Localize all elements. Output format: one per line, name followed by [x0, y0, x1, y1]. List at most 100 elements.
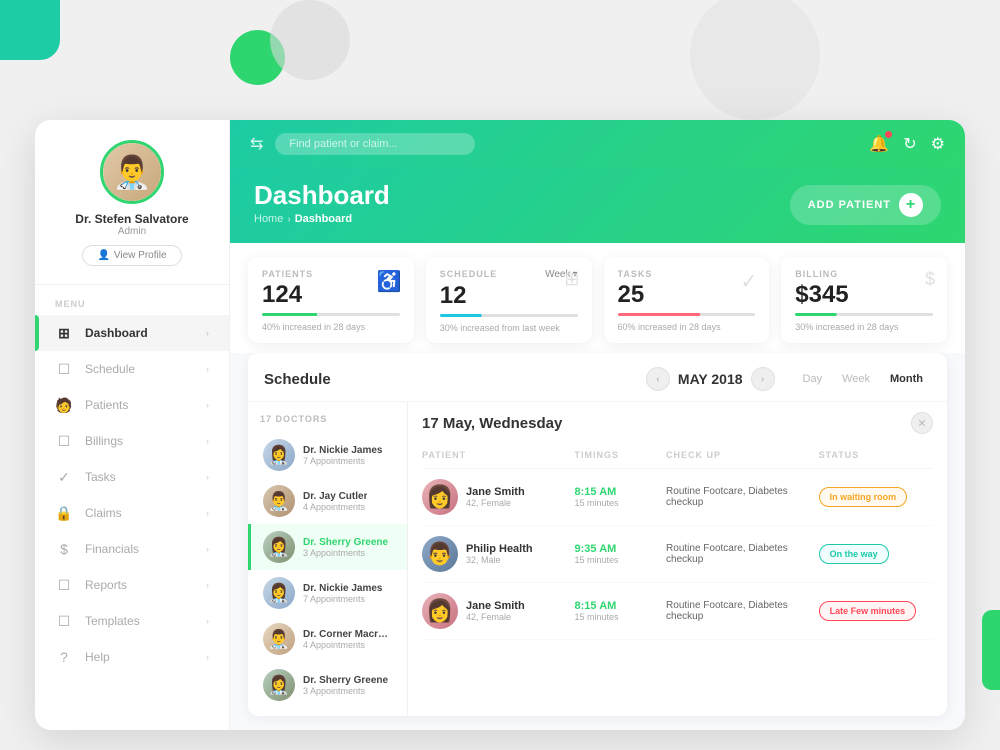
- doctor-item[interactable]: 👩‍⚕️ Dr. Nickie James 7 Appointments: [248, 570, 407, 616]
- stat-value-billing: $345: [795, 281, 933, 309]
- sidebar-item-billings[interactable]: ☐ Billings ›: [35, 423, 229, 459]
- nav-label-help: Help: [85, 650, 110, 664]
- doctor-item[interactable]: 👩‍⚕️ Dr. Sherry Greene 3 Appointments: [248, 662, 407, 708]
- patient-avatar-1: 👩: [422, 479, 458, 515]
- gray-circle-shape1: [270, 0, 350, 80]
- selected-date-label: 17 May, Wednesday: [422, 415, 562, 432]
- breadcrumb-home: Home: [254, 213, 283, 225]
- gray-circle-shape2: [690, 0, 820, 120]
- patient-avatar-3: 👩: [422, 593, 458, 629]
- appointments-panel: 17 May, Wednesday ✕ PATIENT TIMINGS CHEC…: [408, 402, 947, 716]
- search-input[interactable]: [275, 133, 475, 155]
- face-emoji-5: 👨‍⚕️: [263, 623, 295, 655]
- schedule-title: Schedule: [264, 371, 331, 388]
- appointment-patient-1: 👩 Jane Smith 42, Female: [422, 479, 575, 515]
- face-emoji-6: 👩‍⚕️: [263, 669, 295, 701]
- col-checkup: CHECK UP: [666, 450, 819, 460]
- appointment-timing-3: 8:15 AM 15 minutes: [575, 600, 667, 622]
- patient-details-2: Philip Health 32, Male: [466, 543, 533, 565]
- stat-card-schedule: SCHEDULE Week ▾ ⊞ 12 30% increased from …: [426, 257, 592, 343]
- sidebar-item-claims[interactable]: 🔒 Claims ›: [35, 495, 229, 531]
- schedule-prev-button[interactable]: ‹: [646, 367, 670, 391]
- stat-card-billing: BILLING $ $345 30% increased in 28 days: [781, 257, 947, 343]
- view-month-button[interactable]: Month: [882, 370, 931, 388]
- profile-icon: 👤: [97, 250, 109, 261]
- doctor-item[interactable]: 👨‍⚕️ Dr. Jay Cutler 4 Appointments: [248, 478, 407, 524]
- sidebar-item-schedule[interactable]: ☐ Schedule ›: [35, 351, 229, 387]
- col-status: STATUS: [819, 450, 933, 460]
- topbar: ⇆ 🔔 ↻ ⚙: [230, 120, 965, 168]
- sidebar-item-reports[interactable]: ☐ Reports ›: [35, 567, 229, 603]
- sidebar: 👨‍⚕️ Dr. Stefen Salvatore Admin 👤 View P…: [35, 120, 230, 730]
- settings-button[interactable]: ⚙: [931, 134, 945, 154]
- dashboard-header: Dashboard Home › Dashboard ADD PATIENT +: [230, 168, 965, 243]
- view-profile-button[interactable]: 👤 View Profile: [82, 245, 181, 266]
- sidebar-item-help[interactable]: ? Help ›: [35, 639, 229, 675]
- close-appointments-button[interactable]: ✕: [911, 412, 933, 434]
- doctor-avatar-4: 👩‍⚕️: [263, 577, 295, 609]
- stat-bar-billing: [795, 313, 933, 316]
- appointment-row: 👩 Jane Smith 42, Female 8:15 AM 15 minut…: [422, 469, 933, 526]
- patients-icon: 🧑: [55, 396, 73, 414]
- appt-status-2: On the way: [819, 544, 933, 564]
- doctor-item[interactable]: 👨‍⚕️ Dr. Corner Macreg... 4 Appointments: [248, 616, 407, 662]
- doctor-item-selected[interactable]: 👩‍⚕️ Dr. Sherry Greene 3 Appointments: [248, 524, 407, 570]
- schedule-navigation: ‹ MAY 2018 ›: [646, 367, 775, 391]
- sidebar-item-patients[interactable]: 🧑 Patients ›: [35, 387, 229, 423]
- notification-bell-button[interactable]: 🔔: [869, 134, 889, 154]
- doctor-name-4: Dr. Nickie James: [303, 583, 383, 594]
- appt-duration-1: 15 minutes: [575, 498, 667, 508]
- col-patient: PATIENT: [422, 450, 575, 460]
- appt-status-3: Late Few minutes: [819, 601, 933, 621]
- sidebar-item-financials[interactable]: $ Financials ›: [35, 531, 229, 567]
- chevron-icon: ›: [206, 508, 209, 518]
- doctor-appts-3: 3 Appointments: [303, 548, 388, 558]
- doctor-name: Dr. Stefen Salvatore: [75, 212, 188, 226]
- stat-bar-schedule: [440, 314, 578, 317]
- chevron-icon: ›: [206, 400, 209, 410]
- doctor-name-6: Dr. Sherry Greene: [303, 675, 388, 686]
- breadcrumb: Home › Dashboard: [254, 213, 390, 225]
- stat-bar-tasks: [618, 313, 756, 316]
- sidebar-item-dashboard[interactable]: ⊞ Dashboard ›: [35, 315, 229, 351]
- appt-checkup-2: Routine Footcare, Diabetes checkup: [666, 543, 819, 565]
- doctor-role: Admin: [118, 226, 146, 237]
- teal-corner-shape: [0, 0, 60, 60]
- schedule-header: Schedule ‹ MAY 2018 › Day Week Month: [248, 353, 947, 402]
- chevron-icon: ›: [206, 616, 209, 626]
- view-week-button[interactable]: Week: [834, 370, 878, 388]
- stat-label-billing: BILLING: [795, 269, 933, 279]
- doctor-avatar-2: 👨‍⚕️: [263, 485, 295, 517]
- topbar-actions: 🔔 ↻ ⚙: [869, 134, 945, 154]
- templates-icon: ☐: [55, 612, 73, 630]
- appointment-patient-2: 👨 Philip Health 32, Male: [422, 536, 575, 572]
- stat-value-tasks: 25: [618, 281, 756, 309]
- sidebar-item-tasks[interactable]: ✓ Tasks ›: [35, 459, 229, 495]
- appointment-patient-3: 👩 Jane Smith 42, Female: [422, 593, 575, 629]
- refresh-button[interactable]: ↻: [903, 134, 916, 154]
- nav-label-patients: Patients: [85, 398, 128, 412]
- doctor-info-3: Dr. Sherry Greene 3 Appointments: [303, 537, 388, 558]
- face-emoji-1: 👩‍⚕️: [263, 439, 295, 471]
- stat-value-schedule: 12: [440, 282, 578, 310]
- sidebar-item-templates[interactable]: ☐ Templates ›: [35, 603, 229, 639]
- doctor-avatar-3: 👩‍⚕️: [263, 531, 295, 563]
- doctor-info-5: Dr. Corner Macreg... 4 Appointments: [303, 629, 393, 650]
- doctor-appts-1: 7 Appointments: [303, 456, 383, 466]
- view-day-button[interactable]: Day: [795, 370, 831, 388]
- schedule-next-button[interactable]: ›: [751, 367, 775, 391]
- face-emoji-3: 👩‍⚕️: [263, 531, 295, 563]
- back-button[interactable]: ⇆: [250, 134, 263, 154]
- doctor-name-1: Dr. Nickie James: [303, 445, 383, 456]
- chevron-icon: ›: [206, 652, 209, 662]
- doctor-item[interactable]: 👩‍⚕️ Dr. Nickie James 7 Appointments: [248, 432, 407, 478]
- doctor-name-2: Dr. Jay Cutler: [303, 491, 367, 502]
- appointment-row: 👩 Jane Smith 42, Female 8:15 AM 15 minut…: [422, 583, 933, 640]
- patient-meta-3: 42, Female: [466, 612, 525, 622]
- add-patient-button[interactable]: ADD PATIENT +: [790, 185, 941, 225]
- nav-label-financials: Financials: [85, 542, 139, 556]
- status-badge-late: Late Few minutes: [819, 601, 917, 621]
- doctors-count: 17 DOCTORS: [248, 410, 407, 432]
- sidebar-nav: ⊞ Dashboard › ☐ Schedule › 🧑 Patients › …: [35, 315, 229, 730]
- schedule-stat-icon: ⊞: [564, 269, 579, 290]
